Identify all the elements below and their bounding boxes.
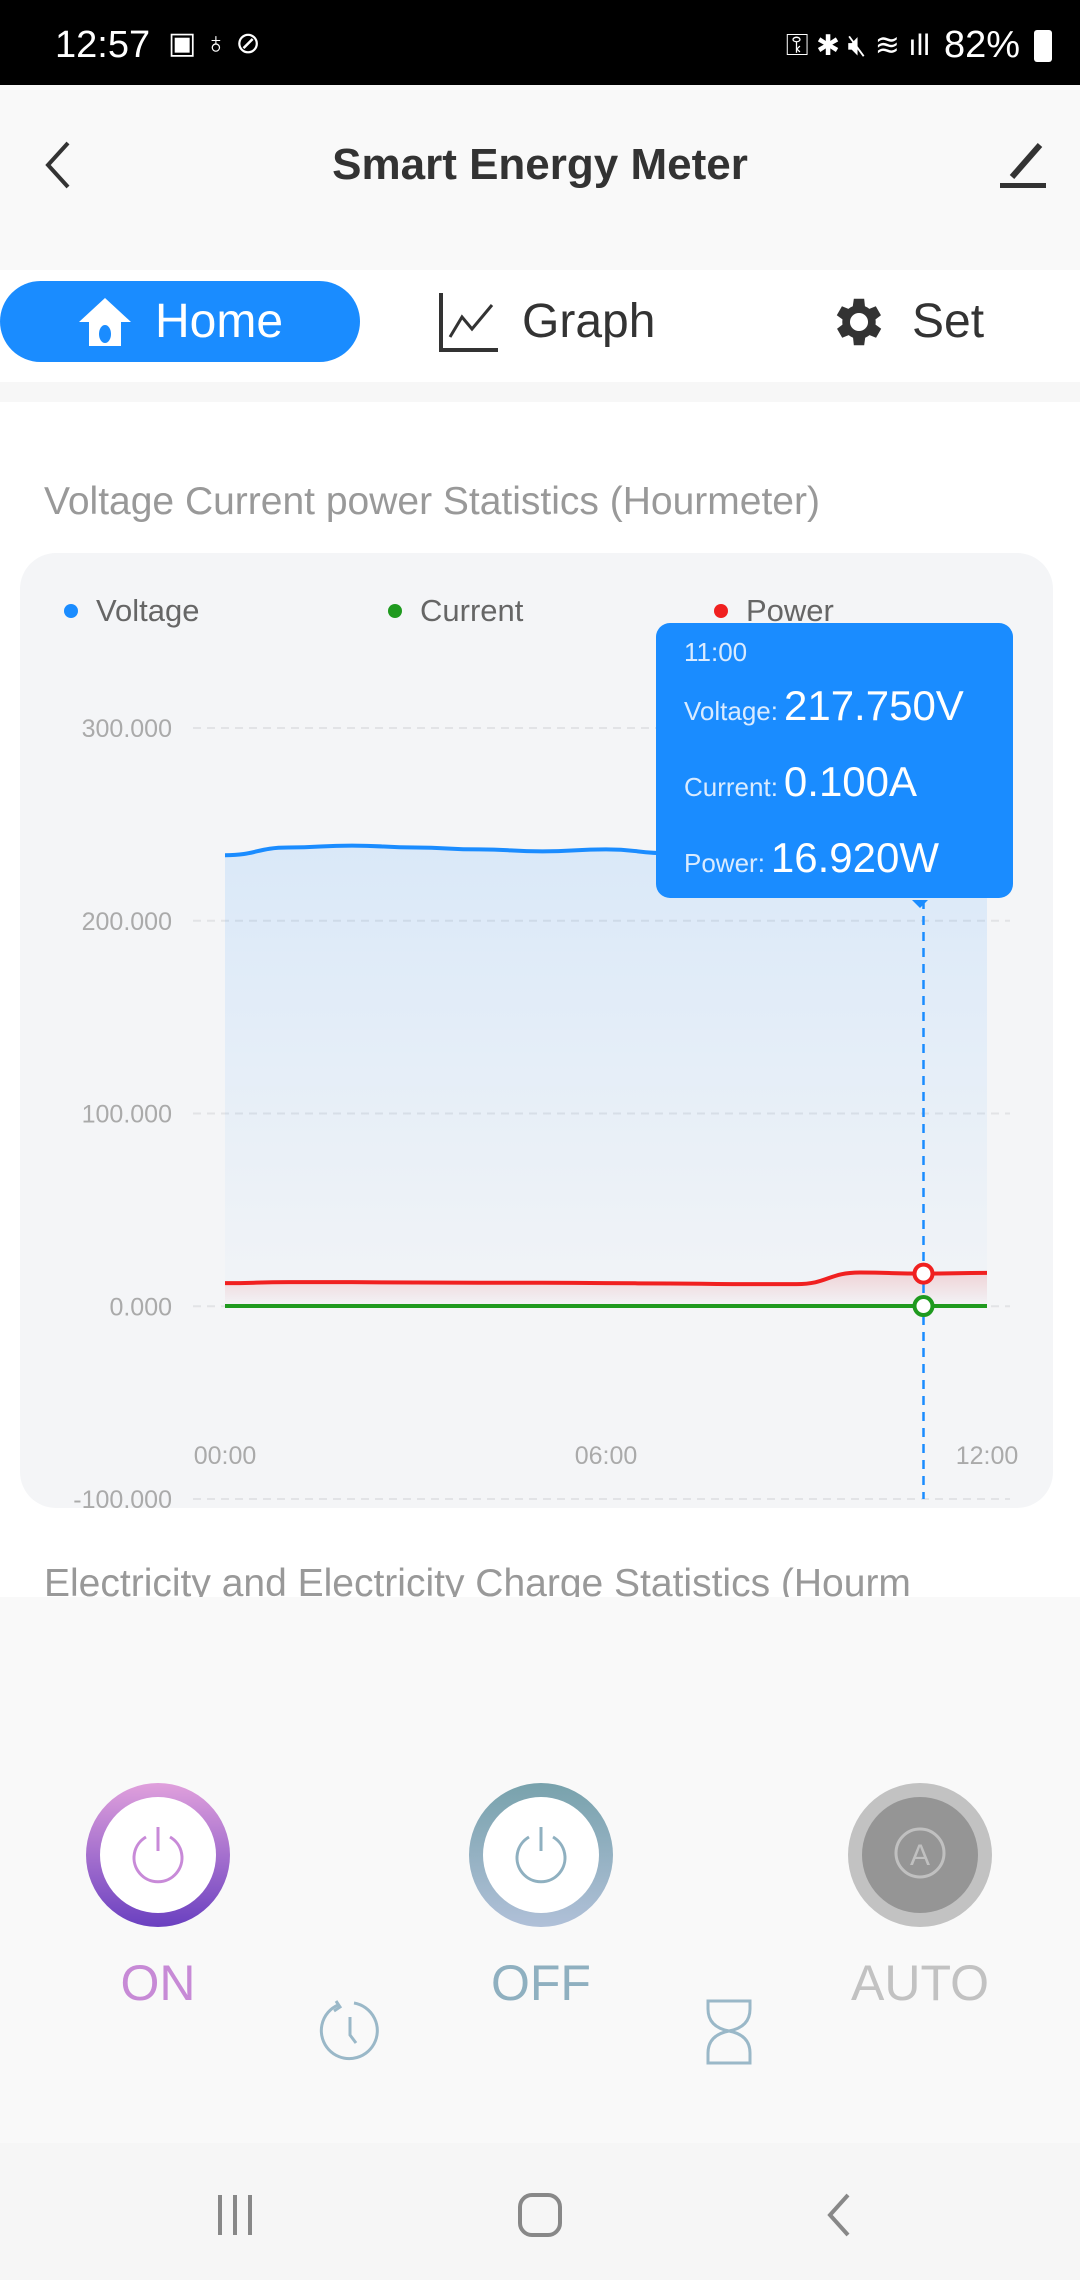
x-tick-label: 06:00 xyxy=(575,1442,638,1470)
on-button[interactable] xyxy=(86,1783,230,1927)
recent-apps-icon[interactable] xyxy=(210,2193,260,2237)
on-label: ON xyxy=(120,1955,196,2011)
timer-icon[interactable] xyxy=(316,1999,384,2067)
tooltip-current: 0.100A xyxy=(783,758,918,805)
off-label: OFF xyxy=(491,1955,591,2011)
home-nav-icon[interactable] xyxy=(516,2191,564,2239)
tooltip-voltage: 217.750V xyxy=(783,682,964,729)
y-tick-label: 0.000 xyxy=(109,1293,172,1321)
tooltip-current-label: Current: xyxy=(684,772,778,802)
system-nav-bar xyxy=(0,2143,1080,2280)
power-icon xyxy=(132,1827,184,1884)
x-tick-label: 00:00 xyxy=(194,1442,257,1470)
power-point xyxy=(912,1262,935,1285)
x-tick-label: 12:00 xyxy=(956,1442,1019,1470)
y-tick-label: 100.000 xyxy=(82,1101,172,1129)
auto-icon: A xyxy=(894,1827,946,1879)
y-tick-label: 300.000 xyxy=(82,715,172,743)
auto-label: AUTO xyxy=(851,1955,989,2011)
tooltip-voltage-label: Voltage: xyxy=(684,696,778,726)
back-nav-icon[interactable] xyxy=(822,2193,854,2237)
tooltip-power: 16.920W xyxy=(770,834,940,881)
svg-text:A: A xyxy=(910,1839,930,1872)
y-tick-label: 200.000 xyxy=(82,908,172,936)
hourglass-icon[interactable] xyxy=(704,1999,754,2067)
power-icon xyxy=(515,1827,567,1884)
y-tick-label: -100.000 xyxy=(73,1486,172,1514)
control-panel: ON OFF A AUTO xyxy=(0,1597,1080,2143)
off-button[interactable] xyxy=(469,1783,613,1927)
voltage-area xyxy=(225,845,987,1307)
tooltip-time: 11:00 xyxy=(684,637,748,667)
current-point xyxy=(912,1295,935,1318)
tooltip-power-label: Power: xyxy=(684,848,765,878)
auto-button[interactable]: A xyxy=(848,1783,992,1927)
chart-tooltip: 11:00 Voltage: 217.750V Current: 0.100A Po… xyxy=(656,623,1013,908)
